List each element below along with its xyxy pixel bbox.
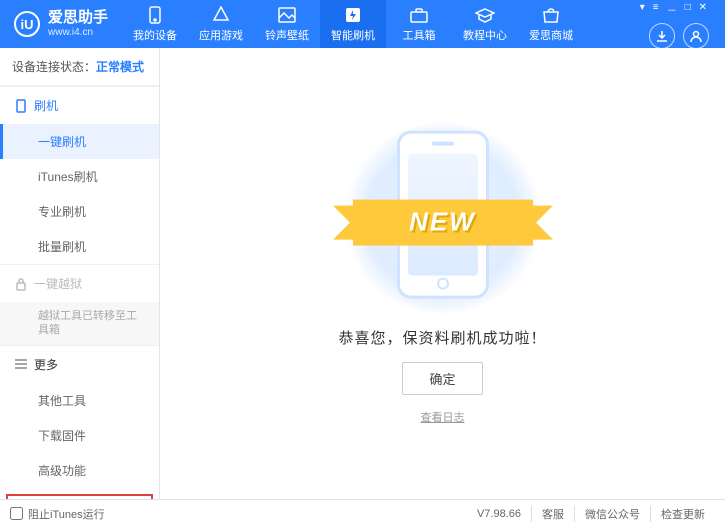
nav-label: 铃声壁纸 (265, 27, 309, 43)
menu-other-tools[interactable]: 其他工具 (0, 383, 159, 418)
apps-icon (211, 6, 231, 24)
status-prefix: 设备连接状态： (12, 60, 96, 74)
logo-icon: iU (14, 11, 40, 37)
section-flash[interactable]: 刷机 (0, 86, 159, 124)
close-icon[interactable]: ✕ (697, 0, 709, 19)
title-bar: iU 爱思助手 www.i4.cn 我的设备 应用游戏 铃声壁纸 智能刷机 (0, 0, 725, 48)
success-illustration: NEW (343, 123, 543, 313)
nav-label: 我的设备 (133, 27, 177, 43)
flash-icon (343, 6, 363, 24)
menu-download-firmware[interactable]: 下载固件 (0, 418, 159, 453)
maximize-icon[interactable]: □ (683, 0, 693, 19)
nav-label: 教程中心 (463, 27, 507, 43)
support-link[interactable]: 客服 (531, 506, 574, 522)
menu-one-key-flash[interactable]: 一键刷机 (0, 124, 159, 159)
app-title: 爱思助手 (48, 10, 108, 27)
nav-label: 应用游戏 (199, 27, 243, 43)
phone-icon (145, 6, 165, 24)
check-update-link[interactable]: 检查更新 (650, 506, 715, 522)
window-controls: ▾ ≡ － □ ✕ (628, 0, 725, 49)
menu-batch-flash[interactable]: 批量刷机 (0, 229, 159, 264)
version-label: V7.98.66 (467, 508, 531, 520)
nav-toolbox[interactable]: 工具箱 (386, 0, 452, 48)
menu-itunes-flash[interactable]: iTunes刷机 (0, 159, 159, 194)
main-content: NEW 恭喜您，保资料刷机成功啦！ 确定 查看日志 (160, 48, 725, 499)
nav-tutorial[interactable]: 教程中心 (452, 0, 518, 48)
status-mode: 正常模式 (96, 60, 144, 74)
new-ribbon: NEW (353, 199, 533, 245)
section-label: 一键越狱 (34, 275, 82, 292)
graduation-icon (475, 6, 495, 24)
nav-mall[interactable]: 爱思商城 (518, 0, 584, 48)
more-icon (14, 357, 28, 371)
nav-label: 爱思商城 (529, 27, 573, 43)
top-nav: 我的设备 应用游戏 铃声壁纸 智能刷机 工具箱 教程中心 (122, 0, 628, 48)
user-button[interactable] (683, 23, 709, 49)
block-itunes-checkbox[interactable]: 阻止iTunes运行 (10, 506, 105, 522)
menu-pro-flash[interactable]: 专业刷机 (0, 194, 159, 229)
nav-label: 工具箱 (403, 27, 436, 43)
wallpaper-icon (277, 6, 297, 24)
body: 设备连接状态：正常模式 刷机 一键刷机 iTunes刷机 专业刷机 批量刷机 一… (0, 48, 725, 499)
view-log-link[interactable]: 查看日志 (421, 409, 465, 425)
download-button[interactable] (649, 23, 675, 49)
success-message: 恭喜您，保资料刷机成功啦！ (338, 327, 546, 348)
section-more[interactable]: 更多 (0, 345, 159, 383)
app-window: iU 爱思助手 www.i4.cn 我的设备 应用游戏 铃声壁纸 智能刷机 (0, 0, 725, 527)
section-jailbreak: 一键越狱 (0, 264, 159, 302)
logo-area: iU 爱思助手 www.i4.cn (0, 10, 122, 38)
sidebar: 设备连接状态：正常模式 刷机 一键刷机 iTunes刷机 专业刷机 批量刷机 一… (0, 48, 160, 499)
toolbox-icon (409, 6, 429, 24)
minimize-icon[interactable]: － (665, 0, 679, 19)
nav-apps[interactable]: 应用游戏 (188, 0, 254, 48)
shop-icon (541, 6, 561, 24)
section-label: 刷机 (34, 97, 58, 114)
section-label: 更多 (34, 356, 58, 373)
nav-my-device[interactable]: 我的设备 (122, 0, 188, 48)
status-bar: 阻止iTunes运行 V7.98.66 客服 微信公众号 检查更新 (0, 499, 725, 527)
settings-icon[interactable]: ≡ (651, 0, 661, 19)
nav-label: 智能刷机 (331, 27, 375, 43)
nav-flash[interactable]: 智能刷机 (320, 0, 386, 48)
jailbreak-note: 越狱工具已转移至工具箱 (0, 302, 159, 345)
flash-section-icon (14, 99, 28, 113)
checkbox-label: 阻止iTunes运行 (28, 506, 105, 522)
connection-status: 设备连接状态：正常模式 (0, 48, 159, 86)
ok-button[interactable]: 确定 (402, 362, 482, 395)
nav-ringtone[interactable]: 铃声壁纸 (254, 0, 320, 48)
menu-icon[interactable]: ▾ (638, 0, 647, 19)
app-url: www.i4.cn (48, 27, 108, 38)
lock-icon (14, 277, 28, 291)
wechat-link[interactable]: 微信公众号 (574, 506, 650, 522)
menu-advanced[interactable]: 高级功能 (0, 453, 159, 488)
